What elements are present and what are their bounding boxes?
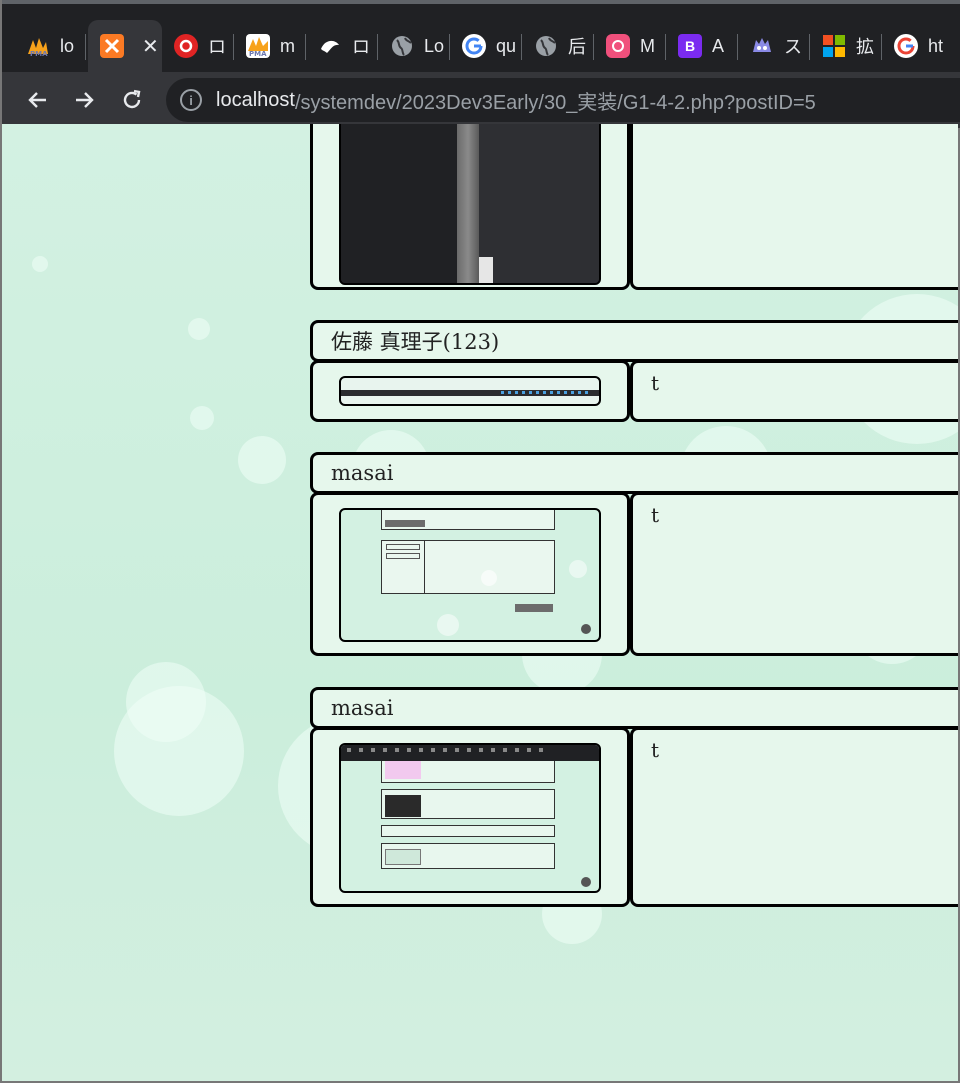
pink-app-icon (606, 34, 630, 58)
url-host: localhost (216, 88, 295, 111)
tab-11-label: 拡 (856, 37, 874, 57)
bokeh-decoration (238, 436, 286, 484)
tab-9-label: A (712, 35, 725, 56)
tab-12[interactable]: ht (882, 20, 954, 72)
tab-12-label: ht (928, 35, 944, 56)
arrow-right-icon (76, 92, 94, 108)
close-tab-icon[interactable]: ✕ (142, 34, 159, 59)
tab-10[interactable]: ス (738, 20, 810, 72)
post-image-cell (310, 727, 630, 907)
post-card: masai t (310, 452, 958, 656)
reload-button[interactable] (114, 82, 150, 118)
xampp-icon (100, 34, 124, 58)
tab-1-active[interactable]: ✕ (88, 20, 162, 72)
bokeh-decoration (188, 318, 210, 340)
red-app-icon (174, 34, 198, 58)
tab-9[interactable]: B A (666, 20, 738, 72)
tab-2[interactable]: ロ (162, 20, 234, 72)
bootstrap-icon: B (678, 34, 702, 58)
post-text: t (630, 727, 958, 907)
back-button[interactable] (20, 82, 56, 118)
tab-3[interactable]: PMA m (234, 20, 306, 72)
browser-toolbar: i localhost/systemdev/2023Dev3Early/30_実… (2, 72, 960, 128)
post-image-cell (310, 124, 630, 290)
tab-strip: PMA lo ✕ ロ PMA m ロ Lo qu 后 M B A ス 拡 ht (2, 18, 960, 72)
post-image-cell (310, 360, 630, 422)
phpmyadmin-icon: PMA (26, 34, 50, 58)
tab-5[interactable]: Lo (378, 20, 450, 72)
svg-text:PMA: PMA (249, 50, 267, 57)
reload-icon (123, 89, 141, 109)
browser-chrome: PMA lo ✕ ロ PMA m ロ Lo qu 后 M B A ス 拡 ht … (2, 0, 960, 128)
post-card: masai t (310, 687, 958, 907)
post-image[interactable] (339, 376, 601, 406)
tab-0[interactable]: PMA lo (14, 20, 86, 72)
post-body: t (310, 360, 958, 422)
post-text: t (630, 492, 958, 656)
google-icon (462, 34, 486, 58)
post-image[interactable] (339, 124, 601, 285)
post-body: t (310, 124, 958, 290)
tab-6[interactable]: qu (450, 20, 522, 72)
bokeh-decoration (114, 686, 244, 816)
globe-icon (534, 34, 558, 58)
post-text: t (630, 360, 958, 422)
info-icon[interactable]: i (180, 89, 202, 111)
post-text: t (630, 124, 958, 290)
post-card: t (310, 124, 958, 290)
tab-0-label: lo (60, 35, 75, 56)
page-viewport[interactable]: t 佐藤 真理子(123) t masai (2, 124, 958, 1081)
bokeh-decoration (190, 406, 214, 430)
post-author: masai (310, 452, 958, 494)
post-body: t (310, 727, 958, 907)
post-image[interactable] (339, 508, 601, 642)
tab-4-label: ロ (352, 37, 370, 57)
tab-11[interactable]: 拡 (810, 20, 882, 72)
url-path: /systemdev/2023Dev3Early/30_実装/G1-4-2.ph… (294, 91, 816, 114)
tab-2-label: ロ (208, 37, 226, 57)
forward-button[interactable] (66, 82, 102, 118)
tab-4[interactable]: ロ (306, 20, 378, 72)
google-icon (894, 34, 918, 58)
tab-7-label: 后 (568, 37, 586, 57)
post-author: masai (310, 687, 958, 729)
svg-text:PMA: PMA (30, 50, 48, 58)
post-card: 佐藤 真理子(123) t (310, 320, 958, 422)
tab-6-label: qu (496, 35, 517, 56)
arrow-left-icon (28, 92, 46, 108)
post-author: 佐藤 真理子(123) (310, 320, 958, 362)
tab-8-label: M (640, 35, 655, 56)
microsoft-icon (822, 34, 846, 58)
post-image-cell (310, 492, 630, 656)
tab-8[interactable]: M (594, 20, 666, 72)
phpmyadmin-icon: PMA (246, 34, 270, 58)
globe-icon (390, 34, 414, 58)
post-image[interactable] (339, 743, 601, 893)
tab-7[interactable]: 后 (522, 20, 594, 72)
tab-5-label: Lo (424, 35, 445, 56)
monster-icon (750, 34, 774, 58)
tab-10-label: ス (784, 37, 802, 57)
bird-icon (318, 34, 342, 58)
bokeh-decoration (32, 256, 48, 272)
tab-3-label: m (280, 35, 295, 56)
post-body: t (310, 492, 958, 656)
address-bar[interactable]: i localhost/systemdev/2023Dev3Early/30_実… (166, 78, 960, 122)
